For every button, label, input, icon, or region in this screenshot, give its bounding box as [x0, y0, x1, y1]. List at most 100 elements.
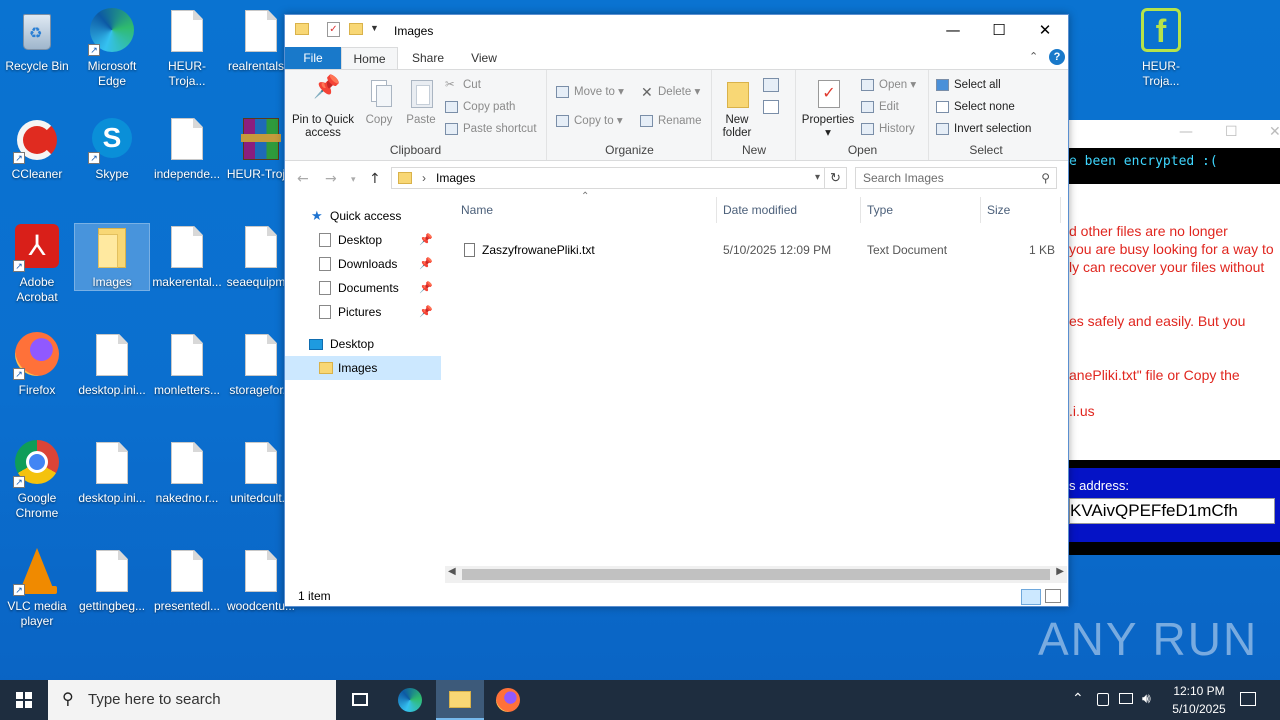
desktop-icon-label: Microsoft Edge	[87, 59, 137, 88]
taskbar-firefox[interactable]	[484, 680, 532, 720]
taskbar-search-box[interactable]: ⚲ Type here to search	[48, 680, 336, 720]
invert-selection-button[interactable]: Invert selection	[934, 120, 1031, 138]
desktop-icon-google-chrome[interactable]: ↗ Google Chrome	[0, 440, 74, 521]
history-button[interactable]: History	[859, 120, 915, 138]
collapse-ribbon-icon[interactable]: ⌃	[1029, 50, 1038, 63]
address-field[interactable]: › Images ▾	[391, 167, 825, 189]
scroll-right-icon[interactable]: ▶	[1056, 566, 1064, 577]
taskbar-edge[interactable]	[386, 680, 434, 720]
select-none-button[interactable]: Select none	[934, 98, 1015, 116]
nav-desktop[interactable]: Desktop	[285, 332, 441, 356]
tab-view[interactable]: View	[459, 47, 509, 69]
desktop-icon-file[interactable]: desktop.ini...	[75, 332, 149, 398]
cut-button[interactable]: ✂ Cut	[443, 76, 481, 94]
recent-locations-icon[interactable]: ▾	[351, 175, 356, 185]
paste-button[interactable]: Paste	[401, 78, 441, 127]
column-header-size[interactable]: Size	[987, 203, 1010, 217]
volume-icon[interactable]: 🔊︎	[1142, 690, 1151, 707]
folder-icon	[319, 362, 333, 374]
desktop-icon-vlc[interactable]: ↗ VLC media player	[0, 548, 74, 629]
desktop-icon-file[interactable]: nakedno.r...	[150, 440, 224, 506]
breadcrumb-images[interactable]: Images	[436, 168, 475, 188]
column-header-name[interactable]: Name	[461, 203, 493, 217]
open-button[interactable]: Open ▾	[859, 76, 916, 94]
chevron-up-icon[interactable]: ⌃	[1072, 690, 1084, 707]
tray-app-icon[interactable]	[1097, 693, 1109, 706]
table-row[interactable]: ZaszyfrowanePliki.txt 5/10/2025 12:09 PM…	[459, 239, 1059, 261]
notifications-icon[interactable]	[1240, 692, 1256, 706]
column-header-type[interactable]: Type	[867, 203, 893, 217]
close-button[interactable]: ✕	[1022, 15, 1068, 45]
clock-date[interactable]: 5/10/2025	[1166, 702, 1232, 716]
move-to-button[interactable]: Move to ▾	[554, 83, 624, 101]
properties-quick-icon[interactable]: ✓	[327, 22, 340, 37]
customize-quick-access-icon[interactable]: ▼	[370, 23, 379, 33]
desktop-icon-file[interactable]: monletters...	[150, 332, 224, 398]
desktop-icon-skype[interactable]: S ↗ Skype	[75, 116, 149, 182]
new-item-icon[interactable]	[763, 78, 779, 92]
column-header-date-modified[interactable]: Date modified	[723, 203, 797, 217]
copy-path-button[interactable]: Copy path	[443, 98, 515, 116]
tab-share[interactable]: Share	[403, 47, 453, 69]
pin-to-quick-access-button[interactable]: 📌 Pin to Quick access	[289, 76, 357, 140]
new-folder-button[interactable]: New folder	[715, 78, 759, 140]
address-dropdown-icon[interactable]: ▾	[815, 168, 820, 188]
nav-downloads[interactable]: Downloads 📌	[285, 252, 441, 276]
nav-quick-access[interactable]: ★ Quick access	[285, 204, 441, 228]
copy-to-button[interactable]: Copy to ▾	[554, 112, 623, 130]
taskbar-file-explorer[interactable]	[436, 680, 484, 720]
tab-home[interactable]: Home	[341, 47, 398, 69]
paste-shortcut-button[interactable]: Paste shortcut	[443, 120, 537, 138]
nav-documents[interactable]: Documents 📌	[285, 276, 441, 300]
address-label: s address:	[1069, 478, 1129, 493]
desktop-icon-heur-trojan-facebook[interactable]: f HEUR-Troja...	[1124, 8, 1198, 89]
rename-button[interactable]: Rename	[638, 112, 701, 130]
properties-button[interactable]: ✓ Properties ▾	[799, 78, 857, 140]
scroll-left-icon[interactable]: ◀	[448, 566, 456, 577]
close-icon[interactable]: ✕	[1269, 124, 1280, 140]
select-all-button[interactable]: Select all	[934, 76, 1001, 94]
desktop-icon-adobe-acrobat[interactable]: ⅄ ↗ Adobe Acrobat	[0, 224, 74, 305]
task-view-button[interactable]	[336, 680, 384, 720]
desktop-icon-file[interactable]: gettingbeg...	[75, 548, 149, 614]
file-icon	[237, 440, 285, 488]
nav-images[interactable]: Images	[285, 356, 441, 380]
desktop-icon-file[interactable]: independe...	[150, 116, 224, 182]
refresh-button[interactable]: ↻	[825, 167, 847, 189]
desktop-icon-ccleaner[interactable]: ↗ CCleaner	[0, 116, 74, 182]
desktop-icon-images-folder[interactable]: Images	[74, 223, 150, 291]
desktop-icon-file[interactable]: makerental...	[150, 224, 224, 290]
maximize-button[interactable]: ☐	[976, 15, 1022, 45]
new-folder-quick-icon[interactable]	[349, 23, 363, 35]
details-view-icon[interactable]	[1021, 589, 1041, 605]
edit-button[interactable]: Edit	[859, 98, 899, 116]
search-input[interactable]: Search Images ⚲	[855, 167, 1057, 189]
copy-button[interactable]: Copy	[359, 78, 399, 127]
up-arrow-icon[interactable]: ↑	[369, 171, 381, 187]
maximize-icon[interactable]: ☐	[1225, 124, 1238, 140]
desktop-icon-file[interactable]: HEUR-Troja...	[150, 8, 224, 89]
large-icons-view-icon[interactable]	[1045, 589, 1061, 603]
easy-access-icon[interactable]	[763, 100, 779, 114]
bitcoin-address-field[interactable]: KVAivQPEFfeD1mCfh	[1069, 498, 1275, 524]
delete-button[interactable]: ✕ Delete ▾	[638, 83, 700, 101]
help-icon[interactable]: ?	[1049, 49, 1065, 65]
minimize-icon[interactable]: —	[1179, 124, 1193, 140]
back-arrow-icon[interactable]: ←	[297, 171, 309, 187]
minimize-button[interactable]: —	[930, 15, 976, 45]
network-icon[interactable]	[1119, 693, 1133, 704]
desktop-icon-file[interactable]: desktop.ini...	[75, 440, 149, 506]
horizontal-scrollbar[interactable]: ◀ ▶	[445, 566, 1067, 583]
desktop-icon-microsoft-edge[interactable]: ↗ Microsoft Edge	[75, 8, 149, 89]
paste-icon	[405, 78, 437, 110]
desktop-icon-file[interactable]: presentedl...	[150, 548, 224, 614]
start-button[interactable]	[0, 680, 48, 720]
desktop-icon-recycle-bin[interactable]: ♻ Recycle Bin	[0, 8, 74, 74]
forward-arrow-icon[interactable]: →	[325, 171, 337, 187]
scrollbar-thumb[interactable]	[462, 569, 1050, 580]
nav-pictures[interactable]: Pictures 📌	[285, 300, 441, 324]
tab-file[interactable]: File	[285, 47, 341, 69]
clock-time[interactable]: 12:10 PM	[1169, 684, 1229, 698]
desktop-icon-firefox[interactable]: ↗ Firefox	[0, 332, 74, 398]
nav-desktop-quick[interactable]: Desktop 📌	[285, 228, 441, 252]
